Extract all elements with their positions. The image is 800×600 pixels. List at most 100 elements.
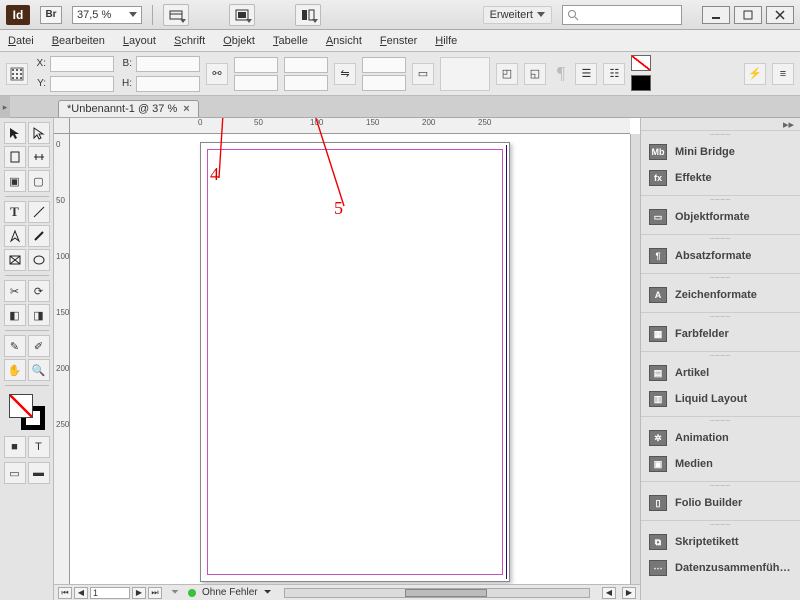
panel-item[interactable]: ¶Absatzformate [641,243,800,269]
stroke-style-input[interactable] [362,75,406,91]
menu-edit[interactable]: Bearbeiten [52,35,105,47]
content-collector-tool[interactable]: ▣ [4,170,26,192]
align-icon[interactable]: ☰ [575,63,597,85]
panel-item[interactable]: ▣Medien [641,451,800,477]
y-input[interactable] [50,76,114,92]
page-tool[interactable] [4,146,26,168]
zoom-tool[interactable]: 🔍 [28,359,50,381]
scale-y-input[interactable] [234,75,278,91]
horizontal-ruler[interactable]: 0 50 100 150 200 250 [70,118,630,134]
menu-help[interactable]: Hilfe [435,35,457,47]
w-input[interactable] [136,56,200,72]
bridge-button[interactable]: Br [40,6,62,24]
panel-item[interactable]: MbMini Bridge [641,139,800,165]
page[interactable] [200,142,510,582]
stroke-swatch[interactable] [631,75,651,91]
hand-tool[interactable]: ✋ [4,359,26,381]
panel-item[interactable]: fxEffekte [641,165,800,191]
menu-layout[interactable]: Layout [123,35,156,47]
document-canvas[interactable] [70,134,630,584]
panel-item[interactable]: ⧉Skriptetikett [641,529,800,555]
menu-file[interactable]: Datei [8,35,34,47]
effects-icon[interactable]: ▭ [412,63,434,85]
document-tab-close[interactable]: × [183,103,189,115]
apply-text-button[interactable]: T [28,436,50,458]
prev-page-button[interactable]: ◀ [74,587,88,599]
gap-tool[interactable] [28,146,50,168]
distribute-icon[interactable]: ☷ [603,63,625,85]
gradient-feather-tool[interactable]: ◨ [28,304,50,326]
preflight-menu-icon[interactable]: ⏷ [264,587,272,598]
arrange-button[interactable] [295,4,321,26]
ruler-corner[interactable] [54,118,70,134]
menu-type[interactable]: Schrift [174,35,205,47]
vertical-ruler[interactable]: 0 50 100 150 200 250 [54,134,70,584]
workspace-switcher[interactable]: Erweitert [483,6,552,24]
panel-grip[interactable] [641,521,800,529]
rectangle-frame-tool[interactable] [4,249,26,271]
gradient-swatch-tool[interactable]: ◧ [4,304,26,326]
eyedropper-tool[interactable]: ✐ [28,335,50,357]
flip-h-icon[interactable]: ⇋ [334,63,356,85]
menu-table[interactable]: Tabelle [273,35,308,47]
content-placer-tool[interactable]: ▢ [28,170,50,192]
search-field[interactable] [562,5,682,25]
panel-grip[interactable] [641,313,800,321]
preview-button[interactable]: ▬ [28,462,50,484]
panel-item[interactable]: ▭Objektformate [641,204,800,230]
panel-item[interactable]: AZeichenformate [641,282,800,308]
menu-view[interactable]: Ansicht [326,35,362,47]
stroke-weight-input[interactable] [362,57,406,73]
quick-apply-icon[interactable]: ⚡ [744,63,766,85]
page-number-input[interactable]: 1 [90,587,130,599]
pen-tool[interactable] [4,225,26,247]
apply-color-button[interactable]: ■ [4,436,26,458]
fill-swatch[interactable] [631,55,651,71]
zoom-select[interactable]: 37,5 % [72,6,142,24]
corner-icon[interactable]: ◱ [524,63,546,85]
scroll-right-button[interactable]: ▶ [622,587,636,599]
close-button[interactable] [766,6,794,24]
pencil-tool[interactable] [28,225,50,247]
view-options-button[interactable] [163,4,189,26]
last-page-button[interactable]: ⏭ [148,587,162,599]
constrain-icon[interactable]: ⚯ [206,63,228,85]
menu-object[interactable]: Objekt [223,35,255,47]
text-wrap-icon[interactable]: ◰ [496,63,518,85]
document-tab[interactable]: *Unbenannt-1 @ 37 % × [58,100,199,117]
scale-x-input[interactable] [234,57,278,73]
panels-collapse[interactable]: ▸▸ [641,118,800,130]
panel-grip[interactable] [641,482,800,490]
type-tool[interactable]: T [4,201,26,223]
fill-stroke-swap[interactable] [9,394,45,430]
paragraph-style-icon[interactable]: ¶ [552,63,569,84]
panel-item[interactable]: ▤Artikel [641,360,800,386]
reference-point-icon[interactable] [6,63,28,85]
panel-item[interactable]: ▯Folio Builder [641,490,800,516]
h-input[interactable] [136,76,200,92]
vertical-scrollbar[interactable] [630,134,640,584]
open-dropdown-icon[interactable]: ⏷ [168,587,182,598]
opacity-group[interactable] [440,57,490,91]
control-menu-icon[interactable]: ≡ [772,63,794,85]
rectangle-tool[interactable] [28,249,50,271]
panel-grip[interactable] [641,417,800,425]
x-input[interactable] [50,56,114,72]
panel-item[interactable]: ▥Liquid Layout [641,386,800,412]
panel-item[interactable]: ⋯Datenzusammenfüh… [641,555,800,581]
panel-grip[interactable] [641,131,800,139]
normal-view-button[interactable]: ▭ [4,462,26,484]
preflight-status[interactable]: Ohne Fehler [202,587,258,598]
selection-tool[interactable] [4,122,26,144]
dock-handle-left[interactable]: ▸ [0,96,10,118]
scroll-left-button[interactable]: ◀ [602,587,616,599]
maximize-button[interactable] [734,6,762,24]
menu-window[interactable]: Fenster [380,35,417,47]
note-tool[interactable]: ✎ [4,335,26,357]
scissors-tool[interactable]: ✂ [4,280,26,302]
panel-item[interactable]: ▦Farbfelder [641,321,800,347]
shear-input[interactable] [284,75,328,91]
direct-selection-tool[interactable] [28,122,50,144]
panel-grip[interactable] [641,235,800,243]
panel-grip[interactable] [641,196,800,204]
